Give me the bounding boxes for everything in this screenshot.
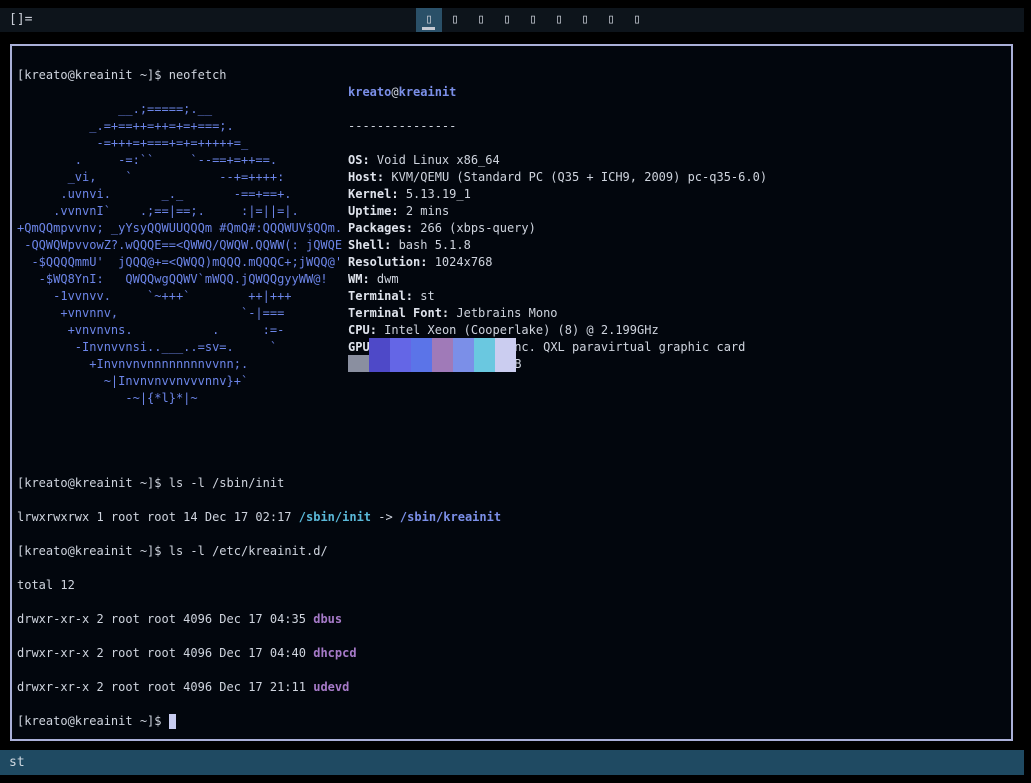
- tag-2[interactable]: ▯: [442, 8, 468, 32]
- info-row: Shell: bash 5.1.8: [348, 238, 471, 252]
- tag-4[interactable]: ▯: [494, 8, 520, 32]
- palette-swatch: [453, 338, 474, 372]
- prompt-line: [kreato@kreainit ~]$: [17, 713, 501, 730]
- tag-9[interactable]: ▯: [624, 8, 650, 32]
- terminal-window[interactable]: [kreato@kreainit ~]$ neofetch __.;=====;…: [10, 44, 1013, 741]
- ls-output-row: drwxr-xr-x 2 root root 4096 Dec 17 21:11…: [17, 680, 350, 694]
- top-bar: []= ▯ ▯ ▯ ▯ ▯ ▯ ▯ ▯ ▯: [0, 8, 1024, 32]
- info-row: Uptime: 2 mins: [348, 204, 450, 218]
- ls-output-row: lrwxrwxrwx 1 root root 14 Dec 17 02:17 /…: [17, 510, 502, 524]
- ls-output-row: drwxr-xr-x 2 root root 4096 Dec 17 04:40…: [17, 646, 357, 660]
- info-row: Kernel: 5.13.19_1: [348, 187, 471, 201]
- info-row: Resolution: 1024x768: [348, 255, 493, 269]
- tag-1[interactable]: ▯: [416, 8, 442, 32]
- tag-occupied-indicator: [422, 27, 435, 30]
- info-row: WM: dwm: [348, 272, 399, 286]
- palette-swatch: [348, 355, 369, 372]
- window-title: st: [9, 755, 25, 770]
- palette-swatch: [432, 338, 453, 372]
- palette-swatch: [411, 338, 432, 372]
- ls-output-row: drwxr-xr-x 2 root root 4096 Dec 17 04:35…: [17, 612, 343, 626]
- palette-swatch: [369, 338, 390, 372]
- info-row: Terminal: st: [348, 289, 435, 303]
- prompt-line: [kreato@kreainit ~]$ ls -l /etc/kreainit…: [17, 544, 328, 558]
- tag-3[interactable]: ▯: [468, 8, 494, 32]
- info-row: OS: Void Linux x86_64: [348, 153, 500, 167]
- status-bar: st: [0, 750, 1024, 775]
- palette-swatch: [390, 338, 411, 372]
- terminal-cursor: [168, 714, 176, 729]
- tag-6[interactable]: ▯: [546, 8, 572, 32]
- info-row: CPU: Intel Xeon (Cooperlake) (8) @ 2.199…: [348, 323, 659, 337]
- tag-5[interactable]: ▯: [520, 8, 546, 32]
- palette-swatch: [495, 338, 516, 372]
- info-separator: ---------------: [348, 119, 457, 133]
- tag-8[interactable]: ▯: [598, 8, 624, 32]
- color-palette: [348, 338, 516, 372]
- prompt-line: [kreato@kreainit ~]$ ls -l /sbin/init: [17, 476, 285, 490]
- info-row: Terminal Font: Jetbrains Mono: [348, 306, 558, 320]
- tag-7[interactable]: ▯: [572, 8, 598, 32]
- user-host: kreato@kreainit: [348, 85, 457, 99]
- info-row: Packages: 266 (xbps-query): [348, 221, 536, 235]
- palette-swatch: [474, 338, 495, 372]
- layout-indicator[interactable]: []=: [9, 8, 32, 32]
- tag-list: ▯ ▯ ▯ ▯ ▯ ▯ ▯ ▯ ▯: [416, 8, 650, 32]
- ls-total: total 12: [17, 578, 75, 592]
- info-row: Host: KVM/QEMU (Standard PC (Q35 + ICH9,…: [348, 170, 768, 184]
